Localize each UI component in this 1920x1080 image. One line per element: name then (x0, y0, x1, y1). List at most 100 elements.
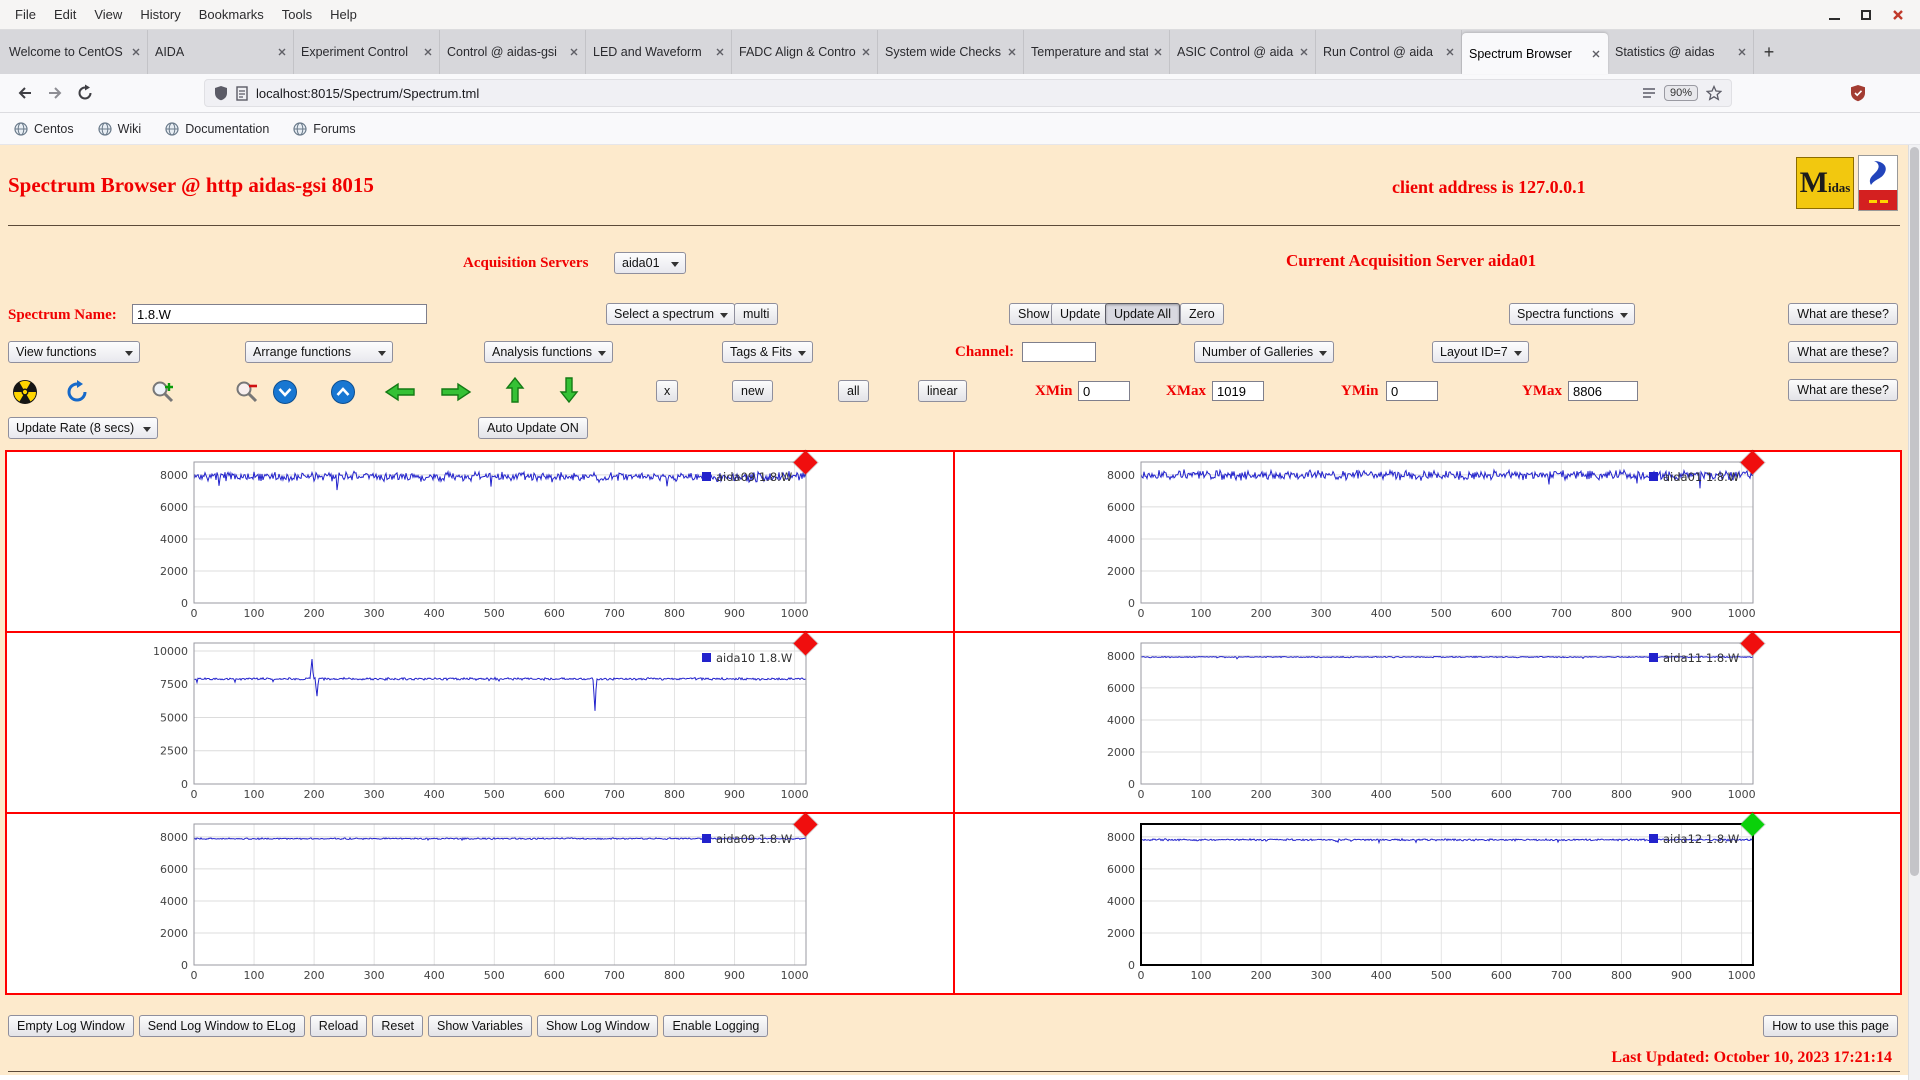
tab-close-button[interactable] (1446, 48, 1454, 56)
what-are-these-button-2[interactable]: What are these? (1788, 341, 1898, 363)
tab-close-button[interactable] (570, 48, 578, 56)
reset-button[interactable]: Reset (372, 1015, 423, 1037)
zoom-in-icon[interactable] (148, 378, 178, 406)
tab-run-control-aida[interactable]: Run Control @ aida (1316, 30, 1462, 74)
menu-bookmarks[interactable]: Bookmarks (190, 7, 273, 22)
bookmark-star-icon[interactable] (1706, 85, 1722, 101)
zero-button[interactable]: Zero (1180, 303, 1224, 325)
ymax-input[interactable] (1568, 381, 1638, 401)
tab-close-button[interactable] (862, 48, 870, 56)
scrollbar[interactable] (1908, 145, 1920, 1080)
url-text[interactable]: localhost:8015/Spectrum/Spectrum.tml (256, 86, 1634, 101)
arrange-functions-dropdown[interactable]: Arrange functions (245, 341, 393, 363)
tab-spectrum-browser[interactable]: Spectrum Browser (1462, 33, 1608, 74)
xmin-input[interactable] (1078, 381, 1130, 401)
how-to-use-button[interactable]: How to use this page (1763, 1015, 1898, 1037)
spectrum-plot[interactable]: 0 2000 4000 6000 8000 0 100 200 300 400 500 600 700 8… (149, 822, 811, 984)
scroll-down-icon[interactable] (270, 378, 300, 406)
empty-log-window-button[interactable]: Empty Log Window (8, 1015, 134, 1037)
tab-close-button[interactable] (1008, 48, 1016, 56)
forward-button[interactable] (40, 79, 70, 107)
reader-mode-icon[interactable] (1642, 87, 1656, 99)
tab-close-button[interactable] (132, 48, 140, 56)
extension-shield-icon[interactable] (1850, 84, 1866, 102)
show-variables-button[interactable]: Show Variables (428, 1015, 532, 1037)
spectrum-plot[interactable]: 0 2000 4000 6000 8000 0 100 200 300 400 500 600 700 8… (1096, 822, 1758, 984)
tags-fits-dropdown[interactable]: Tags & Fits (722, 341, 813, 363)
maximize-button[interactable] (1858, 7, 1874, 23)
arrow-right-icon[interactable] (438, 378, 474, 406)
back-button[interactable] (10, 79, 40, 107)
spectrum-panel-top-right[interactable]: 0 2000 4000 6000 8000 0 100 200 300 400 500 600 700 8… (953, 450, 1901, 632)
menu-edit[interactable]: Edit (45, 7, 85, 22)
tab-control-aidas-gsi[interactable]: Control @ aidas-gsi (440, 30, 586, 74)
spectrum-plot[interactable]: 0 2000 4000 6000 8000 0 100 200 300 400 500 600 700 8… (1096, 460, 1758, 622)
menu-help[interactable]: Help (321, 7, 366, 22)
auto-update-button[interactable]: Auto Update ON (478, 417, 588, 439)
menu-view[interactable]: View (85, 7, 131, 22)
tab-welcome-to-centos[interactable]: Welcome to CentOS (2, 30, 148, 74)
send-log-window-to-elog-button[interactable]: Send Log Window to ELog (138, 1015, 305, 1037)
tab-asic-control-aida[interactable]: ASIC Control @ aida (1170, 30, 1316, 74)
close-button[interactable] (1890, 7, 1906, 23)
bookmark-forums[interactable]: Forums (293, 122, 356, 136)
minimize-button[interactable] (1826, 7, 1842, 23)
tracking-shield-icon[interactable] (214, 85, 228, 101)
spectrum-panel-bottom-right[interactable]: 0 2000 4000 6000 8000 0 100 200 300 400 500 600 700 8… (953, 812, 1901, 994)
reload-button[interactable] (70, 79, 100, 107)
url-bar[interactable]: localhost:8015/Spectrum/Spectrum.tml 90% (204, 79, 1732, 107)
scroll-up-icon[interactable] (328, 378, 358, 406)
select-spectrum-dropdown[interactable]: Select a spectrum (606, 303, 736, 325)
enable-logging-button[interactable]: Enable Logging (663, 1015, 769, 1037)
spectrum-name-input[interactable] (132, 304, 427, 324)
new-button[interactable]: new (732, 380, 773, 402)
spectrum-plot[interactable]: 0 2000 4000 6000 8000 0 100 200 300 400 500 600 700 8… (149, 460, 811, 622)
what-are-these-button-1[interactable]: What are these? (1788, 303, 1898, 325)
tab-led-and-waveform[interactable]: LED and Waveform (586, 30, 732, 74)
spectrum-panel-mid-right[interactable]: 0 2000 4000 6000 8000 0 100 200 300 400 500 600 700 8… (953, 631, 1901, 813)
tab-close-button[interactable] (1300, 48, 1308, 56)
tab-close-button[interactable] (1738, 48, 1746, 56)
tab-experiment-control[interactable]: Experiment Control (294, 30, 440, 74)
spectra-functions-dropdown[interactable]: Spectra functions (1509, 303, 1635, 325)
tab-system-wide-checks[interactable]: System wide Checks (878, 30, 1024, 74)
x-button[interactable]: x (656, 380, 679, 402)
arrow-down-icon[interactable] (554, 376, 584, 404)
tab-fadc-align-control[interactable]: FADC Align & Control (732, 30, 878, 74)
what-are-these-button-3[interactable]: What are these? (1788, 379, 1898, 401)
radiation-icon[interactable] (10, 378, 40, 406)
xmax-input[interactable] (1212, 381, 1264, 401)
refresh-icon[interactable] (62, 378, 92, 406)
number-of-galleries-dropdown[interactable]: Number of Galleries (1194, 341, 1335, 363)
spectrum-plot[interactable]: 0 2500 5000 7500 10000 0 100 200 300 400 500 600 700… (149, 641, 811, 803)
update-button[interactable]: Update (1051, 303, 1110, 325)
reload-button[interactable]: Reload (309, 1015, 368, 1037)
show-log-window-button[interactable]: Show Log Window (536, 1015, 659, 1037)
bookmark-centos[interactable]: Centos (14, 122, 74, 136)
spectrum-plot[interactable]: 0 2000 4000 6000 8000 0 100 200 300 400 500 600 700 8… (1096, 641, 1758, 803)
layout-id-dropdown[interactable]: Layout ID=7 (1432, 341, 1529, 363)
update-rate-dropdown[interactable]: Update Rate (8 secs) (8, 417, 158, 439)
zoom-out-icon[interactable] (232, 378, 262, 406)
scrollbar-thumb[interactable] (1910, 147, 1919, 877)
linear-button[interactable]: linear (918, 380, 967, 402)
tab-close-button[interactable] (716, 48, 724, 56)
spectrum-panel-mid-left[interactable]: 0 2500 5000 7500 10000 0 100 200 300 400 500 600 700… (6, 631, 954, 813)
acquisition-server-select[interactable]: aida01 (614, 252, 686, 274)
spectrum-panel-bottom-left[interactable]: 0 2000 4000 6000 8000 0 100 200 300 400 500 600 700 8… (6, 812, 954, 994)
arrow-up-icon[interactable] (500, 376, 530, 404)
zoom-indicator[interactable]: 90% (1663, 85, 1698, 101)
spectrum-panel-top-left[interactable]: 0 2000 4000 6000 8000 0 100 200 300 400 500 600 700 8… (6, 450, 954, 632)
channel-input[interactable] (1022, 342, 1096, 362)
arrow-left-icon[interactable] (382, 378, 418, 406)
update-all-button[interactable]: Update All (1105, 303, 1180, 325)
menu-tools[interactable]: Tools (273, 7, 321, 22)
bookmark-wiki[interactable]: Wiki (98, 122, 141, 136)
view-functions-dropdown[interactable]: View functions (8, 341, 140, 363)
multi-button[interactable]: multi (734, 303, 779, 325)
tab-close-button[interactable] (1154, 48, 1162, 56)
tab-close-button[interactable] (1592, 50, 1600, 58)
tab-temperature-and-status[interactable]: Temperature and status (1024, 30, 1170, 74)
tab-close-button[interactable] (424, 48, 432, 56)
ymin-input[interactable] (1386, 381, 1438, 401)
